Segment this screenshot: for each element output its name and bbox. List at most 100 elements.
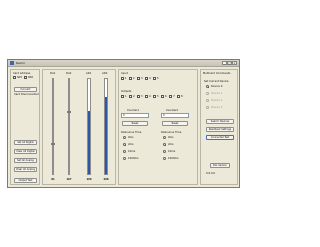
outputs-label: Outputs xyxy=(121,90,132,93)
counter1-debounce-1000ms-label: 1000ms xyxy=(128,157,139,160)
input-checkbox-label-2: 2 xyxy=(133,77,135,80)
dll-version-button[interactable]: DLL Version xyxy=(210,163,230,168)
output-checkbox-label-7: 7 xyxy=(173,95,175,98)
counter1-debounce-1000ms-radio[interactable] xyxy=(123,157,126,160)
da1-label: DA1 xyxy=(50,72,56,75)
ad1-level-fill xyxy=(88,111,90,174)
counter2-debounce-2ms-radio[interactable] xyxy=(163,143,166,146)
counter1-value: 0 xyxy=(121,113,149,118)
counter1-debounce-2ms-radio[interactable] xyxy=(123,143,126,146)
output-checkbox-label-1: 1 xyxy=(125,95,127,98)
title-bar[interactable]: Demo _ □ × xyxy=(8,60,239,67)
input-checkbox-4[interactable] xyxy=(145,77,148,80)
counter1-label: Counter1 xyxy=(127,109,140,112)
output-checkbox-label-8: 8 xyxy=(181,95,183,98)
ad1-label: AD1 xyxy=(86,72,92,75)
output-checkbox-7[interactable] xyxy=(169,95,172,98)
output-checkbox-6[interactable] xyxy=(161,95,164,98)
analog-panel: DA1 DA2 AD1 AD2 81 167 169 208 xyxy=(42,69,116,185)
device-0-radio[interactable] xyxy=(206,85,209,88)
counter2-value: 0 xyxy=(161,113,189,118)
counter1-debounce-label: Debounce Time xyxy=(121,131,142,134)
device-1-label: Device 1 xyxy=(211,92,223,95)
da2-label: DA2 xyxy=(66,72,72,75)
counter2-debounce-1000ms-label: 1000ms xyxy=(168,157,179,160)
device-0-label: Device 0 xyxy=(211,85,223,88)
counter2-debounce-10ms-radio[interactable] xyxy=(163,150,166,153)
set-all-digital-button[interactable]: Set All Digital xyxy=(14,140,37,145)
device-2-radio[interactable] xyxy=(206,99,209,102)
input-checkbox-1[interactable] xyxy=(121,77,124,80)
input-checkbox-label-1: 1 xyxy=(125,77,127,80)
ad1-level-bar xyxy=(87,78,91,175)
device-2-label: Device 2 xyxy=(211,99,223,102)
output-checkbox-label-3: 3 xyxy=(141,95,143,98)
counter1-debounce-0ms-label: 0ms xyxy=(128,136,134,139)
counter2-debounce-0ms-label: 0ms xyxy=(168,136,174,139)
counter1-debounce-2ms-label: 2ms xyxy=(128,143,134,146)
counter2-label: Counter2 xyxy=(166,109,179,112)
input-checkbox-2[interactable] xyxy=(129,77,132,80)
output-checkbox-4[interactable] xyxy=(145,95,148,98)
sk5-checkbox[interactable] xyxy=(13,76,16,80)
output-checkbox-5[interactable] xyxy=(153,95,156,98)
counter2-debounce-10ms-label: 10ms xyxy=(168,150,176,153)
device-3-label: Device 3 xyxy=(211,106,223,109)
clear-all-digital-button[interactable]: Clear All Digital xyxy=(14,149,37,154)
set-all-analog-button[interactable]: Set All Analog xyxy=(14,158,37,163)
output-checkbox-label-2: 2 xyxy=(133,95,135,98)
input-checkbox-label-4: 4 xyxy=(149,77,151,80)
input-checkbox-3[interactable] xyxy=(137,77,140,80)
output-checkbox-2[interactable] xyxy=(129,95,132,98)
ad2-value: 208 xyxy=(103,178,109,181)
sk5-label: SK5 xyxy=(17,76,22,79)
da1-slider-thumb[interactable] xyxy=(51,142,55,145)
counter1-reset-button[interactable]: Reset xyxy=(122,121,148,126)
output-checkbox-1[interactable] xyxy=(121,95,124,98)
output-checkbox-label-6: 6 xyxy=(165,95,167,98)
da1-value: 81 xyxy=(51,178,55,181)
counter1-debounce-0ms-radio[interactable] xyxy=(123,136,126,139)
search-devices-button[interactable]: Search Devices xyxy=(206,119,234,124)
set-current-device-label: Set Current Device xyxy=(204,80,229,83)
dll-version-value: 0.0.0.0 xyxy=(206,172,216,175)
digital-panel: Input 12345 Outputs 12345678 Counter1 0 … xyxy=(118,69,198,185)
sk6-label: SK6 xyxy=(28,76,33,79)
output-test-button[interactable]: Output Test xyxy=(14,178,37,183)
device-1-radio[interactable] xyxy=(206,92,209,95)
counter2-debounce-0ms-radio[interactable] xyxy=(163,136,166,139)
da2-value: 167 xyxy=(66,178,72,181)
device-3-radio[interactable] xyxy=(206,106,209,109)
multicard-panel: Multicard Commands Set Current Device De… xyxy=(200,69,238,185)
da2-slider-track[interactable] xyxy=(68,78,70,175)
da1-slider-track[interactable] xyxy=(52,78,54,175)
connect-button[interactable]: Connect xyxy=(14,87,37,92)
output-checkbox-label-5: 5 xyxy=(157,95,159,98)
input-checkbox-5[interactable] xyxy=(153,77,156,80)
readback-settings-button[interactable]: Readback Settings xyxy=(206,127,234,132)
output-checkbox-3[interactable] xyxy=(137,95,140,98)
clear-all-analog-button[interactable]: Clear All Analog xyxy=(14,167,37,172)
close-icon[interactable]: × xyxy=(232,61,237,65)
output-checkbox-8[interactable] xyxy=(177,95,180,98)
input-checkbox-label-3: 3 xyxy=(141,77,143,80)
counter2-reset-button[interactable]: Reset xyxy=(162,121,188,126)
demo-window: Demo _ □ × Card Address SK5 SK6 Connect … xyxy=(7,59,240,188)
ad2-level-fill xyxy=(105,97,107,174)
app-icon xyxy=(10,61,14,65)
input-checkbox-label-5: 5 xyxy=(157,77,159,80)
left-panel: Card Address SK5 SK6 Connect Card Discon… xyxy=(10,69,40,185)
da2-slider-thumb[interactable] xyxy=(67,110,71,113)
counter2-debounce-2ms-label: 2ms xyxy=(168,143,174,146)
ad1-value: 169 xyxy=(86,178,92,181)
counter2-debounce-1000ms-radio[interactable] xyxy=(163,157,166,160)
connected-test-button[interactable]: Connected Test xyxy=(206,135,234,140)
multicard-title: Multicard Commands xyxy=(203,72,231,75)
sk6-checkbox[interactable] xyxy=(24,76,27,80)
connection-status: Card Disconnected xyxy=(14,93,39,96)
counter1-debounce-10ms-radio[interactable] xyxy=(123,150,126,153)
counter1-debounce-10ms-label: 10ms xyxy=(128,150,136,153)
input-label: Input xyxy=(121,72,128,75)
counter2-debounce-label: Debounce Time xyxy=(161,131,182,134)
ad2-level-bar xyxy=(104,78,108,175)
